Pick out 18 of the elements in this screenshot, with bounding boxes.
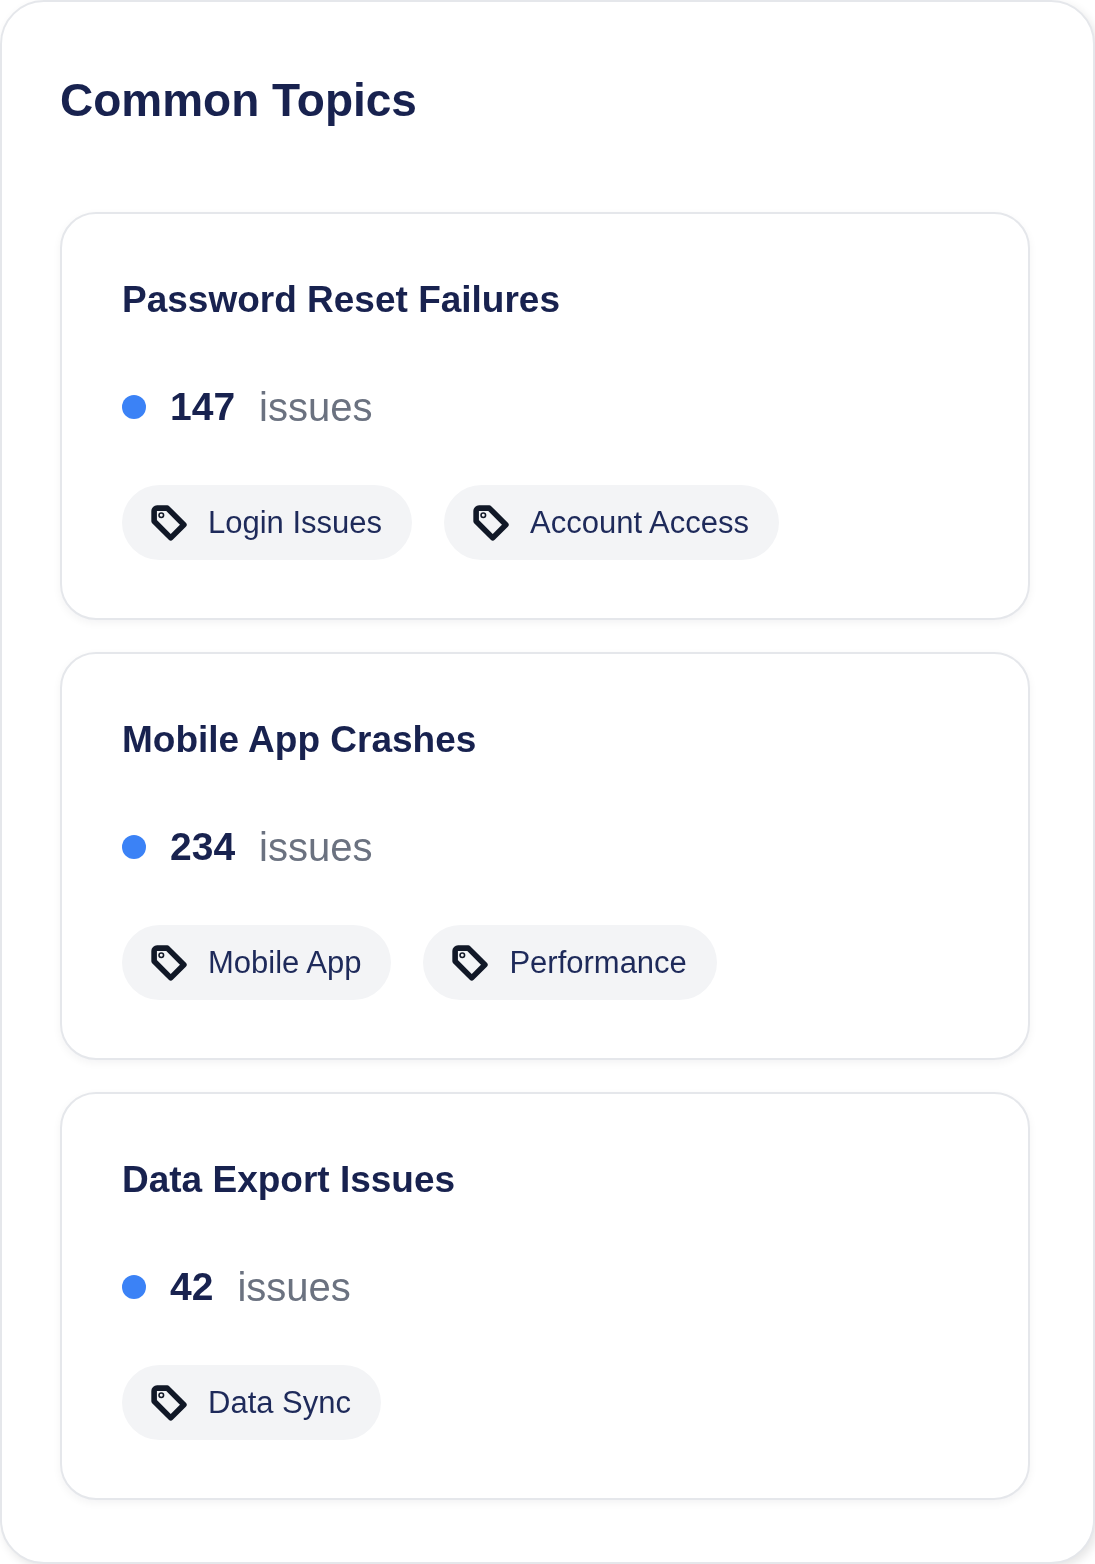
tag-label: Account Access (530, 503, 749, 542)
issue-count: 147 (170, 384, 236, 430)
issue-count: 234 (170, 824, 236, 870)
status-dot-icon (122, 1275, 146, 1299)
tag-label: Mobile App (208, 943, 362, 982)
status-dot-icon (122, 395, 146, 419)
issue-count-label: issues (259, 824, 373, 870)
issue-count-label: issues (259, 384, 373, 430)
topic-title: Data Export Issues (122, 1158, 457, 1202)
status-dot-icon (122, 835, 146, 859)
tag-label: Performance (509, 943, 687, 982)
tag-label: Login Issues (208, 503, 383, 542)
topic-title: Password Reset Failures (122, 278, 562, 322)
tag-label: Data Sync (208, 1383, 351, 1422)
issue-count: 42 (170, 1264, 214, 1310)
topic-title: Mobile App Crashes (122, 718, 478, 762)
issue-count-label: issues (237, 1264, 351, 1310)
panel-title: Common Topics (60, 73, 418, 128)
